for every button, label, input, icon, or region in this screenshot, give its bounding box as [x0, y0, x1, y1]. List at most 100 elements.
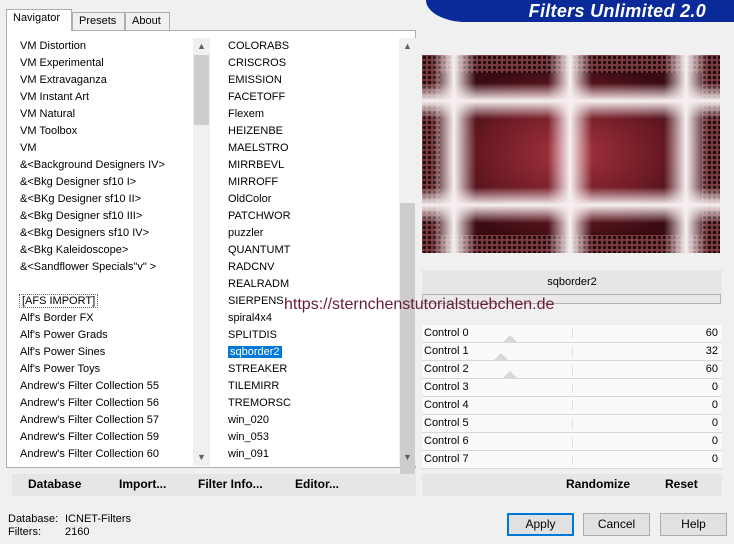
scroll-down-icon[interactable]: ▼	[193, 449, 210, 466]
list-item[interactable]: &<Sandflower Specials"v" >	[12, 259, 194, 276]
logo-text: Filters Unlimited 2.0	[528, 1, 706, 21]
list-item[interactable]: VM Natural	[12, 106, 194, 123]
list-item[interactable]: Andrew's Filter Collection 60	[12, 446, 194, 463]
list-item[interactable]: VM Instant Art	[12, 89, 194, 106]
list-item[interactable]: sqborder2	[224, 344, 400, 361]
scroll-up-icon[interactable]: ▲	[193, 38, 210, 55]
list-item-label: OldColor	[228, 193, 272, 205]
filter-list[interactable]: COLORABS CRISCROS EMISSION FACETOFF Flexem HE…	[224, 38, 400, 466]
list-item-label: Alf's Power Toys	[20, 363, 101, 375]
list-item[interactable]: Andrew's Filter Collection 55	[12, 378, 194, 395]
list-item-label: VM Toolbox	[20, 125, 78, 137]
control-slider-4[interactable]: Control 4 0	[422, 397, 722, 415]
list-item[interactable]: Andrew's Filter Collection 56	[12, 395, 194, 412]
list-item[interactable]: RADCNV	[224, 259, 400, 276]
list-item[interactable]: Alf's Power Grads	[12, 327, 194, 344]
list-item[interactable]: VM Experimental	[12, 55, 194, 72]
editor-button[interactable]: Editor...	[295, 477, 339, 491]
scroll-thumb[interactable]	[194, 55, 209, 125]
list-item[interactable]: &<Background Designers IV>	[12, 157, 194, 174]
filter-info-button[interactable]: Filter Info...	[198, 477, 263, 491]
slider-thumb[interactable]	[494, 353, 509, 360]
list-item[interactable]: win_053	[224, 429, 400, 446]
list-item[interactable]: win_091	[224, 446, 400, 463]
list-item[interactable]: MIRRBEVL	[224, 157, 400, 174]
reset-button[interactable]: Reset	[665, 477, 698, 491]
list-item[interactable]: win_020	[224, 412, 400, 429]
list-item[interactable]: REALRADM	[224, 276, 400, 293]
control-slider-5[interactable]: Control 5 0	[422, 415, 722, 433]
list-item[interactable]: VM	[12, 140, 194, 157]
list-item[interactable]: VM Distortion	[12, 38, 194, 55]
slider-thumb[interactable]	[502, 335, 517, 342]
database-button[interactable]: Database	[28, 477, 81, 491]
slider-track-tick	[572, 401, 573, 411]
category-scrollbar[interactable]: ▲ ▼	[193, 38, 210, 466]
control-slider-2[interactable]: Control 2 60	[422, 361, 722, 379]
list-item[interactable]: Alf's Power Toys	[12, 361, 194, 378]
control-value: 0	[711, 453, 718, 465]
list-item-label: PATCHWOR	[228, 210, 291, 222]
list-item[interactable]: VM Toolbox	[12, 123, 194, 140]
scroll-up-icon[interactable]: ▲	[399, 38, 416, 55]
control-label: Control 7	[424, 453, 469, 465]
list-item-label: &<Sandflower Specials"v" >	[20, 261, 157, 273]
list-item-label: MIRRBEVL	[228, 159, 285, 171]
control-label: Control 4	[424, 399, 469, 411]
tab-navigator[interactable]: Navigator	[6, 9, 72, 31]
scroll-down-icon[interactable]: ▼	[399, 449, 416, 466]
list-item[interactable]: Flexem	[224, 106, 400, 123]
list-item[interactable]: QUANTUMT	[224, 242, 400, 259]
list-item[interactable]: VM Extravaganza	[12, 72, 194, 89]
database-label: Database:	[8, 513, 59, 525]
control-slider-3[interactable]: Control 3 0	[422, 379, 722, 397]
control-slider-6[interactable]: Control 6 0	[422, 433, 722, 451]
list-item[interactable]: Alf's Border FX	[12, 310, 194, 327]
preview-image	[422, 55, 720, 253]
list-item[interactable]: &<Bkg Designer sf10 I>	[12, 174, 194, 191]
list-item[interactable]: ZIGZAGGE	[224, 463, 400, 466]
control-slider-1[interactable]: Control 1 32	[422, 343, 722, 361]
list-item[interactable]: COLORABS	[224, 38, 400, 55]
filter-title: sqborder2	[422, 270, 722, 294]
list-item[interactable]: [AFS IMPORT]	[12, 293, 194, 310]
list-item-label: Andrew's Filter Collection 60	[20, 448, 160, 460]
control-slider-7[interactable]: Control 7 0	[422, 451, 722, 469]
control-slider-0[interactable]: Control 0 60	[422, 325, 722, 343]
randomize-button[interactable]: Randomize	[566, 477, 630, 491]
list-item[interactable]: Andrew's Filter Collection 57	[12, 412, 194, 429]
list-item[interactable]: &<Bkg Kaleidoscope>	[12, 242, 194, 259]
list-item[interactable]: &<BKg Designer sf10 II>	[12, 191, 194, 208]
list-item[interactable]: Alf's Power Sines	[12, 344, 194, 361]
list-item[interactable]: OldColor	[224, 191, 400, 208]
list-item[interactable]: puzzler	[224, 225, 400, 242]
list-item[interactable]: TILEMIRR	[224, 378, 400, 395]
filter-scrollbar[interactable]: ▲ ▼	[399, 38, 416, 478]
list-item[interactable]: &<Bkg Designer sf10 III>	[12, 208, 194, 225]
list-item[interactable]: TREMORSC	[224, 395, 400, 412]
tab-about[interactable]: About	[125, 12, 170, 31]
list-item[interactable]: Andrew's Filter Collection 59	[12, 429, 194, 446]
list-item[interactable]: &<Bkg Designers sf10 IV>	[12, 225, 194, 242]
help-button[interactable]: Help	[660, 513, 727, 536]
cancel-button[interactable]: Cancel	[583, 513, 650, 536]
slider-thumb[interactable]	[502, 371, 517, 378]
list-item[interactable]: SPLITDIS	[224, 327, 400, 344]
list-item[interactable]: MIRROFF	[224, 174, 400, 191]
list-item[interactable]: MAELSTRO	[224, 140, 400, 157]
tab-presets[interactable]: Presets	[72, 12, 125, 31]
list-item[interactable]: FACETOFF	[224, 89, 400, 106]
import-button[interactable]: Import...	[119, 477, 166, 491]
list-item[interactable]: EMISSION	[224, 72, 400, 89]
list-item[interactable]: HEIZENBE	[224, 123, 400, 140]
list-item[interactable]: STREAKER	[224, 361, 400, 378]
list-item-label: TILEMIRR	[228, 380, 280, 392]
list-item[interactable]: PATCHWOR	[224, 208, 400, 225]
apply-button[interactable]: Apply	[507, 513, 574, 536]
scroll-thumb[interactable]	[400, 203, 415, 478]
list-item-label: &<Bkg Kaleidoscope>	[20, 244, 129, 256]
control-value: 60	[705, 327, 718, 339]
list-item[interactable]: CRISCROS	[224, 55, 400, 72]
control-label: Control 2	[424, 363, 469, 375]
category-list[interactable]: VM Distortion VM Experimental VM Extravaga…	[12, 38, 194, 466]
